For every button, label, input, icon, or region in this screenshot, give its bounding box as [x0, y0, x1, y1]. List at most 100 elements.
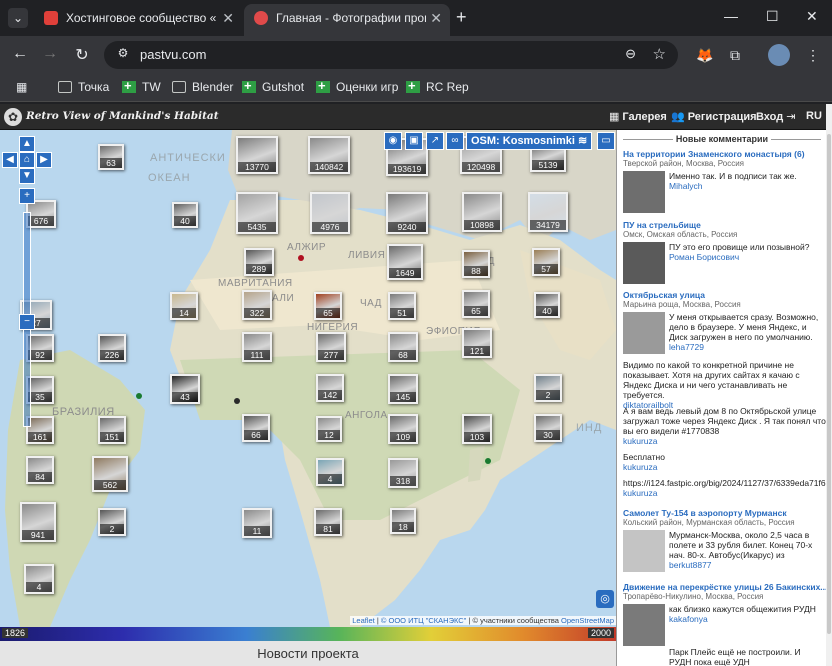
address-bar[interactable]: ⚙ pastvu.com ⊖ ☆: [104, 41, 678, 69]
photo-cluster[interactable]: 14: [170, 292, 198, 320]
photo-cluster[interactable]: 142: [316, 374, 344, 402]
osm-link[interactable]: OpenStreetMap: [561, 616, 614, 625]
layer-selector[interactable]: OSM: Kosmosnimki ≋: [466, 132, 593, 150]
comment-item[interactable]: Самолет Ту-154 в аэропорту Мурманск Коль…: [623, 508, 826, 572]
comment-item[interactable]: Октябрьская улица Марьина роща, Москва, …: [623, 290, 826, 354]
comment-user[interactable]: berkut8877: [669, 560, 826, 570]
photo-marker[interactable]: [485, 458, 491, 464]
tab-hosting[interactable]: Хостинговое сообщество «Tim ✕: [34, 4, 242, 36]
photo-cluster[interactable]: 43: [170, 374, 200, 404]
menu-icon[interactable]: ⋮: [802, 44, 824, 66]
forward-icon[interactable]: →: [40, 45, 60, 63]
photo-cluster[interactable]: 2: [98, 508, 126, 536]
photo-cluster[interactable]: 322: [242, 290, 272, 320]
comment-user[interactable]: kukuruza: [623, 488, 826, 498]
comment-item[interactable]: Видимо по какой то конкретной причине не…: [623, 360, 826, 410]
photo-map[interactable]: АНТИЧЕСКИ ОКЕАН АЛЖИР ЛИВИЯ САУД МАВРИТА…: [0, 130, 616, 627]
photo-cluster[interactable]: 4: [24, 564, 54, 594]
home-icon[interactable]: ⌂: [19, 152, 35, 168]
photo-cluster[interactable]: 941: [20, 502, 56, 542]
bookmark-ocenki[interactable]: Оценки игр: [316, 78, 398, 94]
photo-cluster[interactable]: 318: [388, 458, 418, 488]
gallery-link[interactable]: ▦ Галерея: [609, 110, 667, 123]
reload-icon[interactable]: ↻: [72, 45, 92, 65]
photo-cluster[interactable]: 562: [92, 456, 128, 492]
photo-cluster[interactable]: 18: [390, 508, 416, 534]
pan-right-icon[interactable]: ▶: [36, 152, 52, 168]
photo-cluster[interactable]: 4976: [310, 192, 350, 234]
pastvu-logo-icon[interactable]: ✿: [4, 108, 22, 126]
close-icon[interactable]: ✕: [430, 4, 442, 32]
photo-marker[interactable]: [136, 393, 142, 399]
register-link[interactable]: 👥 Регистрация: [671, 110, 757, 123]
comment-thumbnail[interactable]: [623, 604, 665, 646]
tab-pastvu[interactable]: Главная - Фотографии прошло ✕: [244, 4, 450, 36]
photo-cluster[interactable]: 151: [98, 416, 126, 444]
comment-user[interactable]: leha7729: [669, 342, 826, 352]
bookmark-tw[interactable]: TW: [122, 78, 161, 94]
site-info-icon[interactable]: ⚙: [114, 46, 132, 64]
photo-cluster[interactable]: 5435: [236, 192, 278, 234]
comment-user[interactable]: Mihalych: [669, 181, 826, 191]
photo-cluster[interactable]: 40: [172, 202, 198, 228]
photo-cluster[interactable]: 13770: [236, 136, 278, 174]
photo-cluster[interactable]: 65: [314, 292, 342, 320]
comment-title[interactable]: Октябрьская улица: [623, 290, 826, 300]
comment-item[interactable]: Парк Плейс ещё не построили. И РУДН пока…: [669, 647, 821, 666]
comment-title[interactable]: Движение на перекрёстке улицы 26 Бакинск…: [623, 582, 826, 592]
photo-cluster[interactable]: 88: [462, 250, 490, 278]
photo-cluster[interactable]: 2: [534, 374, 562, 402]
photo-cluster[interactable]: 10898: [462, 192, 502, 232]
metamask-icon[interactable]: 🦊: [694, 44, 716, 66]
comment-user[interactable]: kakafonya: [669, 614, 826, 624]
photo-cluster[interactable]: 289: [244, 248, 274, 276]
photo-cluster[interactable]: 12: [316, 416, 342, 442]
avatar[interactable]: [768, 44, 790, 66]
photo-cluster[interactable]: 226: [98, 334, 126, 362]
photo-cluster[interactable]: 121: [462, 328, 492, 358]
pan-up-icon[interactable]: ▲: [19, 136, 35, 152]
pan-down-icon[interactable]: ▼: [19, 168, 35, 184]
comment-thumbnail[interactable]: [623, 242, 665, 284]
pan-left-icon[interactable]: ◀: [2, 152, 18, 168]
bookmark-rcrep[interactable]: RC Rep: [406, 78, 469, 94]
comment-title[interactable]: На территории Знаменского монастыря (6): [623, 149, 826, 159]
comment-item[interactable]: Движение на перекрёстке улицы 26 Бакинск…: [623, 582, 826, 646]
extensions-icon[interactable]: ⧉: [724, 44, 746, 66]
photo-cluster[interactable]: 81: [314, 508, 342, 536]
photo-cluster[interactable]: 57: [532, 248, 560, 276]
locate-icon[interactable]: ◎: [596, 590, 614, 608]
comment-item[interactable]: Бесплатно kukuruza: [623, 452, 826, 472]
zoom-in-button[interactable]: +: [19, 188, 35, 204]
language-link[interactable]: RU: [806, 110, 822, 122]
bookmark-gutshot[interactable]: Gutshot: [242, 78, 304, 94]
comment-user[interactable]: Роман Борисович: [669, 252, 826, 262]
photo-cluster[interactable]: 140842: [308, 136, 350, 174]
photo-cluster[interactable]: 9240: [386, 192, 428, 234]
itc-link[interactable]: © ООО ИТЦ "СКАНЭКС": [381, 616, 466, 625]
scrollbar-thumb[interactable]: [827, 134, 831, 634]
photo-cluster[interactable]: 66: [242, 414, 270, 442]
comment-thumbnail[interactable]: [623, 171, 665, 213]
photo-cluster[interactable]: 11: [242, 508, 272, 538]
bookmark-star-icon[interactable]: ☆: [653, 45, 666, 63]
photo-cluster[interactable]: 111: [242, 332, 272, 362]
close-icon[interactable]: ✕: [222, 4, 234, 32]
photo-cluster[interactable]: 40: [534, 292, 560, 318]
photo-cluster[interactable]: 4: [316, 458, 344, 486]
new-tab-button[interactable]: +: [456, 8, 467, 26]
maximize-button[interactable]: ☐: [766, 8, 779, 25]
zoom-out-button[interactable]: −: [19, 314, 35, 330]
comment-title[interactable]: ПУ на стрельбище: [623, 220, 826, 230]
site-title[interactable]: Retro View of Mankind's Habitat: [26, 110, 219, 122]
url-text[interactable]: pastvu.com: [140, 47, 206, 62]
comment-thumbnail[interactable]: [623, 312, 665, 354]
leaflet-link[interactable]: Leaflet: [352, 616, 375, 625]
photo-cluster[interactable]: 51: [388, 292, 416, 320]
project-news[interactable]: Новости проекта: [0, 641, 616, 666]
apps-icon[interactable]: ▦: [16, 80, 27, 94]
comment-item[interactable]: А я вам ведь левый дом 8 по Октябрьской …: [623, 406, 826, 446]
bookmark-blender[interactable]: Blender: [172, 80, 233, 94]
camera-icon[interactable]: ◉: [384, 132, 402, 150]
zoom-icon[interactable]: ⊖: [625, 46, 636, 62]
